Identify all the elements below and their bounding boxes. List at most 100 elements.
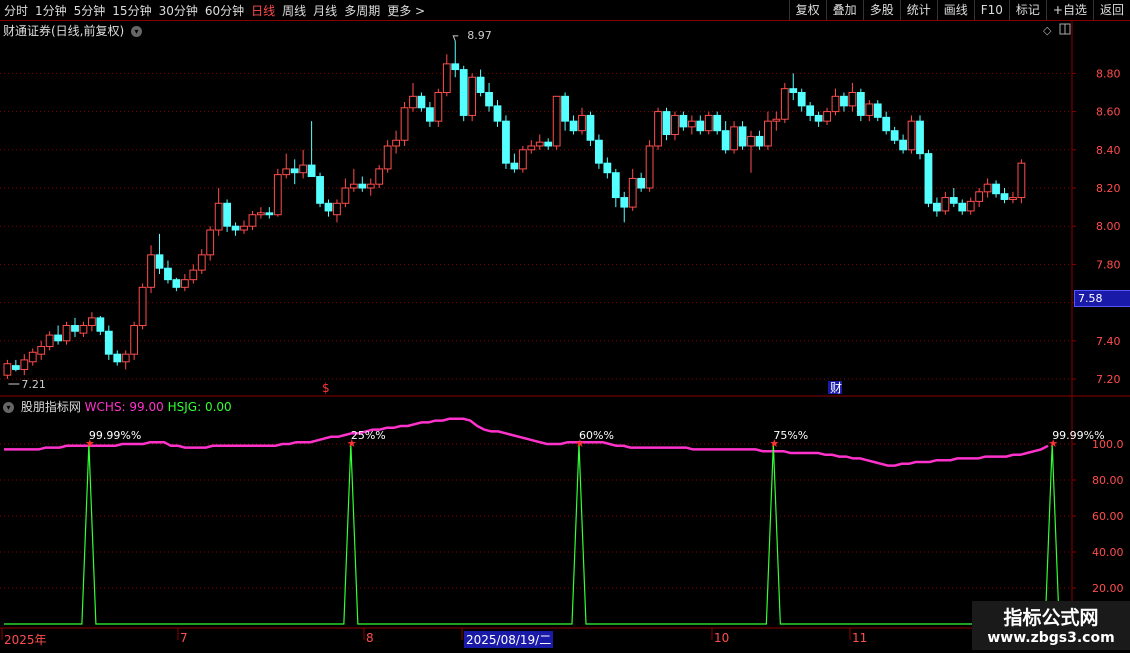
indicator-name: 股朋指标网 <box>20 400 81 414</box>
toolbar-button[interactable]: 多股 <box>862 0 900 20</box>
candle-body <box>62 325 71 342</box>
candle-body <box>417 95 426 109</box>
y-tick-label: 7.40 <box>1096 335 1121 348</box>
candle-body <box>696 120 705 132</box>
period-tab[interactable]: 更多 > <box>387 2 425 19</box>
candle-body <box>324 202 333 212</box>
candle-body <box>493 105 502 122</box>
candle-body <box>349 183 358 189</box>
candle-body <box>721 130 730 151</box>
candle-body <box>37 346 46 355</box>
period-tab[interactable]: 15分钟 <box>112 2 151 19</box>
chevron-down-icon[interactable]: ▾ <box>131 26 143 37</box>
candle-body <box>1009 197 1017 200</box>
candle-body <box>299 164 308 174</box>
candle-body <box>747 135 755 147</box>
candle-body <box>645 145 654 189</box>
candle-body <box>240 225 248 231</box>
candle-body <box>189 269 198 281</box>
period-tab[interactable]: 分时 <box>4 2 28 19</box>
toolbar-button[interactable]: 统计 <box>899 0 937 20</box>
candle-body <box>662 111 671 136</box>
candle-body <box>96 317 105 332</box>
candle-body <box>713 114 722 132</box>
candle-body <box>797 92 806 107</box>
high-label: 8.97 <box>467 29 492 42</box>
period-tab[interactable]: 5分钟 <box>74 2 106 19</box>
candle-body <box>20 359 29 370</box>
hsjg-label: HSJG: 0.00 <box>167 400 232 414</box>
period-tab[interactable]: 1分钟 <box>35 2 67 19</box>
period-tab[interactable]: 月线 <box>313 2 337 19</box>
candle-body <box>79 325 88 334</box>
indicator-y-tick-label: 60.00 <box>1092 510 1124 523</box>
candle-body <box>654 111 662 147</box>
candle-body <box>789 88 798 94</box>
candle-body <box>409 95 417 109</box>
toolbar-button[interactable]: +自选 <box>1045 0 1093 20</box>
toolbar-button[interactable]: 标记 <box>1008 0 1046 20</box>
watermark: 指标公式网 www.zbgs3.com <box>972 601 1130 650</box>
candle-body <box>282 168 291 176</box>
period-tabs: 分时 1分钟 5分钟 15分钟 30分钟 60分钟 日线 周线 月线 多周期 更多 > <box>4 0 432 20</box>
candle-body <box>671 114 679 136</box>
toolbar-button[interactable]: 复权 <box>788 0 826 20</box>
candle-body <box>459 69 468 116</box>
wchs-label: WCHS: 99.00 <box>84 400 164 414</box>
candle-body <box>197 254 206 271</box>
y-tick-label: 8.80 <box>1096 67 1121 80</box>
candle-body <box>265 212 274 216</box>
toolbar: 分时 1分钟 5分钟 15分钟 30分钟 60分钟 日线 周线 月线 多周期 更多 > 复权 叠加 多股… <box>0 0 1130 21</box>
low-label: 7.21 <box>21 378 46 391</box>
candle-body <box>924 153 933 204</box>
period-tab[interactable]: 日线 <box>251 2 275 19</box>
candle-body <box>907 120 916 151</box>
toolbar-button[interactable]: 叠加 <box>825 0 863 20</box>
candle-body <box>755 135 764 147</box>
current-price-tag: 7.58 <box>1074 290 1130 307</box>
indicator-y-tick-label: 80.00 <box>1092 474 1124 487</box>
period-tab[interactable]: 周线 <box>282 2 306 19</box>
candle-body <box>975 191 984 202</box>
candle-body <box>840 95 848 107</box>
candle-body <box>983 183 992 193</box>
candle-body <box>11 365 20 370</box>
y-tick-label: 8.00 <box>1096 220 1121 233</box>
candle-body <box>400 107 409 141</box>
main-chart-title: 财通证券(日线,前复权) ▾ <box>3 22 143 39</box>
peak-label: 60%% <box>579 429 614 442</box>
watermark-url: www.zbgs3.com <box>987 630 1115 646</box>
candle-body <box>578 114 586 132</box>
toolbar-button[interactable]: F10 <box>973 0 1009 20</box>
chart-area[interactable]: 8.808.608.408.208.007.807.607.407.208.97… <box>0 21 1130 650</box>
candle-body <box>586 114 595 141</box>
candle-body <box>341 187 350 204</box>
candle-body <box>806 105 815 116</box>
toolbar-button[interactable]: 画线 <box>936 0 974 20</box>
period-tab[interactable]: 60分钟 <box>205 2 244 19</box>
candle-body <box>451 63 460 71</box>
candle-body <box>772 118 781 122</box>
chart-canvas[interactable]: 8.808.608.408.208.007.807.607.407.208.97… <box>0 21 1130 650</box>
candle-body <box>941 197 950 212</box>
candle-body <box>730 126 739 151</box>
candle-body <box>392 139 401 147</box>
candle-body <box>637 177 646 189</box>
candle-body <box>257 212 265 216</box>
candle-body <box>476 76 485 94</box>
peak-label: 99.99%% <box>1052 429 1104 442</box>
chevron-down-icon[interactable]: ▾ <box>3 402 14 413</box>
toolbar-button[interactable]: 返回 <box>1092 0 1130 20</box>
period-tab[interactable]: 30分钟 <box>159 2 198 19</box>
candle-body <box>307 164 316 178</box>
candle-body <box>865 103 874 116</box>
x-axis-label: 2025/08/19/二 <box>464 631 554 648</box>
stock-title: 财通证券(日线,前复权) <box>3 24 125 38</box>
period-tab[interactable]: 多周期 <box>344 2 380 19</box>
candle-body <box>71 325 79 332</box>
indicator-y-tick-label: 20.00 <box>1092 582 1124 595</box>
y-tick-label: 7.20 <box>1096 373 1121 386</box>
candle-body <box>366 183 375 189</box>
candle-body <box>679 114 688 128</box>
candle-body <box>831 95 840 113</box>
